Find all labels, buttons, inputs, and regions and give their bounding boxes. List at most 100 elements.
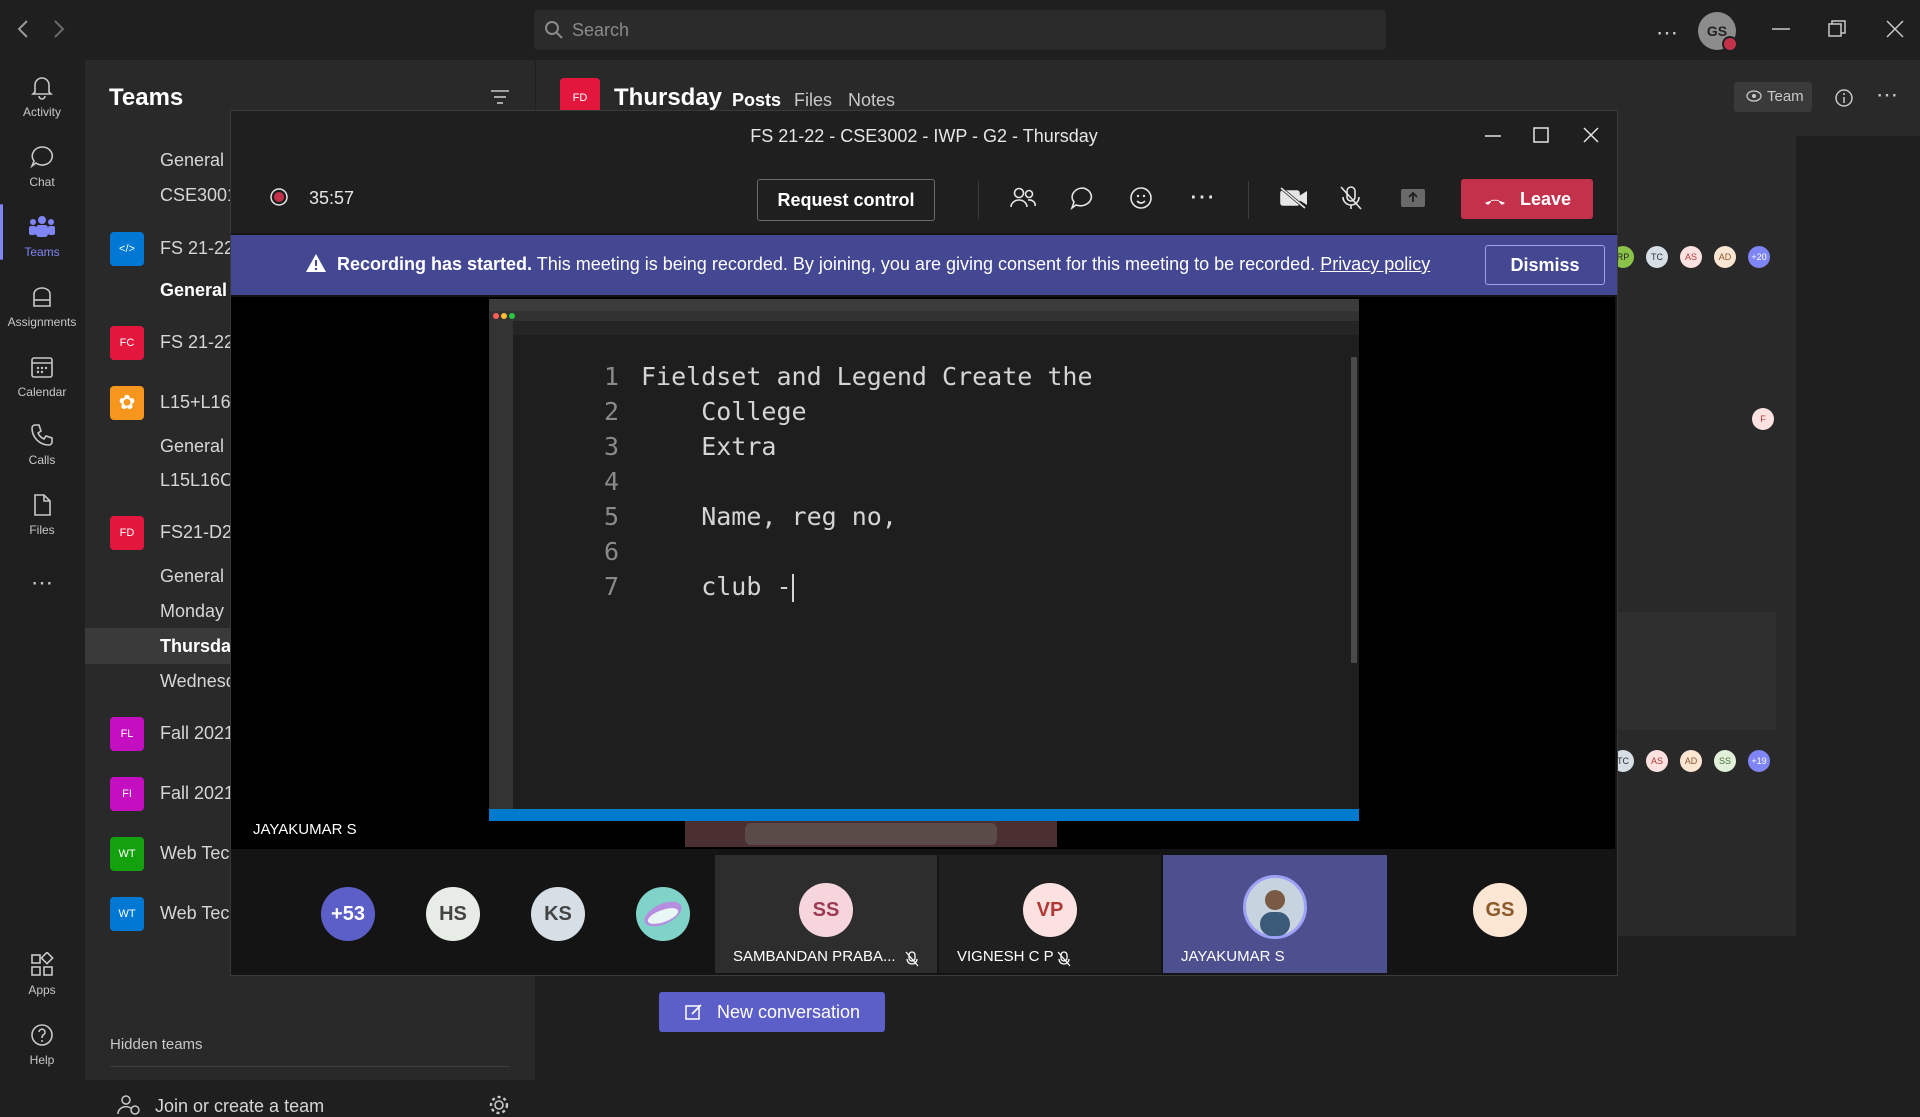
- meeting-window: FS 21-22 - CSE3002 - IWP - G2 - Thursday…: [230, 110, 1618, 976]
- search-placeholder: Search: [572, 20, 630, 40]
- search-input[interactable]: Search: [534, 10, 1386, 50]
- participant-name: VIGNESH C P: [957, 948, 1054, 965]
- line-number: 3: [603, 432, 619, 461]
- team-item[interactable]: L15+L16: [160, 392, 231, 413]
- back-arrow-icon[interactable]: [16, 18, 30, 40]
- team-button[interactable]: Team: [1734, 82, 1812, 112]
- more-apps-button[interactable]: ⋯: [0, 570, 84, 596]
- team-item[interactable]: Web Tech: [160, 843, 239, 864]
- channel-item[interactable]: General: [160, 150, 224, 171]
- eye-icon: [1746, 90, 1762, 102]
- team-item[interactable]: Fall 2021: [160, 723, 234, 744]
- user-initials: GS: [1706, 23, 1728, 39]
- rail-item-files[interactable]: Files: [0, 492, 84, 537]
- minimize-icon[interactable]: [1485, 135, 1501, 139]
- abstract-avatar-icon: [636, 887, 690, 941]
- tab-files[interactable]: Files: [794, 90, 832, 111]
- rail-label: Files: [29, 523, 55, 537]
- rail-item-chat[interactable]: Chat: [0, 144, 84, 189]
- hidden-teams-label[interactable]: Hidden teams: [110, 1036, 203, 1053]
- participants-icon[interactable]: [1009, 185, 1037, 211]
- rail-item-calls[interactable]: Calls: [0, 422, 84, 467]
- assignments-icon: [29, 284, 55, 310]
- user-avatar[interactable]: GS: [1698, 12, 1738, 52]
- team-item[interactable]: Web Tech: [160, 903, 239, 924]
- maximize-icon[interactable]: [1533, 127, 1549, 143]
- code-line: 6: [574, 534, 1093, 569]
- new-conversation-button[interactable]: New conversation: [659, 992, 885, 1032]
- share-tray-icon[interactable]: [1399, 187, 1427, 209]
- join-create-team-link[interactable]: Join or create a team: [155, 1096, 324, 1117]
- channel-item[interactable]: CSE3001: [160, 185, 237, 206]
- participant-tile[interactable]: GS: [1389, 855, 1613, 973]
- info-icon[interactable]: [1834, 88, 1854, 108]
- channel-item[interactable]: Monday: [160, 601, 224, 622]
- team-item[interactable]: FS21-D2-: [160, 522, 238, 543]
- camera-off-icon[interactable]: [1279, 187, 1309, 209]
- more-actions-icon[interactable]: ⋯: [1189, 181, 1215, 212]
- rail-item-calendar[interactable]: Calendar: [0, 354, 84, 399]
- participant-avatar[interactable]: HS: [426, 887, 480, 941]
- shared-screen: 1 Fieldset and Legend Create the 2 Colleg…: [489, 299, 1359, 821]
- participant-photo: [1243, 875, 1307, 939]
- gear-icon[interactable]: [488, 1094, 510, 1116]
- participant-tile[interactable]: VP VIGNESH C P: [939, 855, 1161, 973]
- toolbar-divider: [1248, 181, 1249, 219]
- recording-banner: Recording has started. This meeting is b…: [231, 235, 1617, 295]
- minimize-icon[interactable]: [1772, 28, 1790, 32]
- dismiss-button[interactable]: Dismiss: [1485, 245, 1605, 285]
- channel-item[interactable]: General: [160, 280, 227, 301]
- chat-icon[interactable]: [1069, 185, 1097, 211]
- roster-avatar: AS: [1680, 246, 1702, 268]
- rail-item-teams[interactable]: Teams: [0, 214, 84, 259]
- meeting-timer: 35:57: [309, 188, 355, 208]
- more-options-icon[interactable]: ⋯: [1876, 82, 1898, 108]
- channel-item[interactable]: General: [160, 566, 224, 587]
- rail-item-apps[interactable]: Apps: [0, 952, 84, 997]
- more-options-icon[interactable]: ⋯: [1656, 20, 1678, 46]
- participant-tile[interactable]: SS SAMBANDAN PRABA...: [715, 855, 937, 973]
- close-icon[interactable]: [1583, 127, 1599, 143]
- rail-item-help[interactable]: Help: [0, 1022, 84, 1067]
- calendar-icon: [29, 354, 55, 380]
- rail-item-assignments[interactable]: Assignments: [0, 284, 84, 329]
- participant-initials: HS: [439, 903, 467, 925]
- participant-initials: VP: [1036, 899, 1064, 921]
- roster-overflow[interactable]: +20: [1748, 246, 1770, 268]
- divider: [110, 1066, 510, 1067]
- roster-avatar: AD: [1714, 246, 1736, 268]
- reactions-icon[interactable]: [1129, 185, 1157, 211]
- request-control-button[interactable]: Request control: [757, 179, 935, 221]
- leave-button[interactable]: Leave: [1461, 179, 1593, 219]
- code-line: 4: [574, 464, 1093, 499]
- meeting-title: FS 21-22 - CSE3002 - IWP - G2 - Thursday: [750, 126, 1098, 146]
- channel-item-selected[interactable]: Thursday: [160, 636, 241, 657]
- filter-icon[interactable]: [491, 90, 509, 104]
- rail-item-activity[interactable]: Activity: [0, 74, 84, 119]
- channel-item[interactable]: Wednesd: [160, 671, 236, 692]
- team-item[interactable]: FS 21-22: [160, 332, 234, 353]
- teams-title: Teams: [109, 84, 184, 111]
- restore-icon[interactable]: [1828, 20, 1846, 38]
- participant-avatar-image[interactable]: [636, 887, 690, 941]
- participant-avatar[interactable]: KS: [531, 887, 585, 941]
- roster-overflow[interactable]: +19: [1748, 750, 1770, 772]
- mic-off-icon[interactable]: [1339, 185, 1363, 211]
- privacy-policy-link[interactable]: Privacy policy: [1320, 254, 1430, 274]
- mac-dock: [685, 821, 1057, 847]
- forward-arrow-icon[interactable]: [52, 18, 66, 40]
- tab-posts[interactable]: Posts: [732, 90, 781, 111]
- close-icon[interactable]: [1886, 20, 1904, 38]
- tab-notes[interactable]: Notes: [848, 90, 895, 111]
- rail-label: Calls: [28, 453, 56, 467]
- roster-avatar: F: [1752, 408, 1774, 430]
- team-item[interactable]: Fall 2021: [160, 783, 234, 804]
- line-number: 6: [603, 537, 619, 566]
- participants-overflow[interactable]: +53: [321, 887, 375, 941]
- channel-item[interactable]: General: [160, 436, 224, 457]
- participant-tile-speaking[interactable]: JAYAKUMAR S: [1163, 855, 1387, 973]
- recording-text: This meeting is being recorded. By joini…: [536, 254, 1316, 274]
- team-item[interactable]: FS 21-22: [160, 238, 234, 259]
- participant-initials: KS: [544, 903, 572, 925]
- close-dot: [493, 313, 499, 319]
